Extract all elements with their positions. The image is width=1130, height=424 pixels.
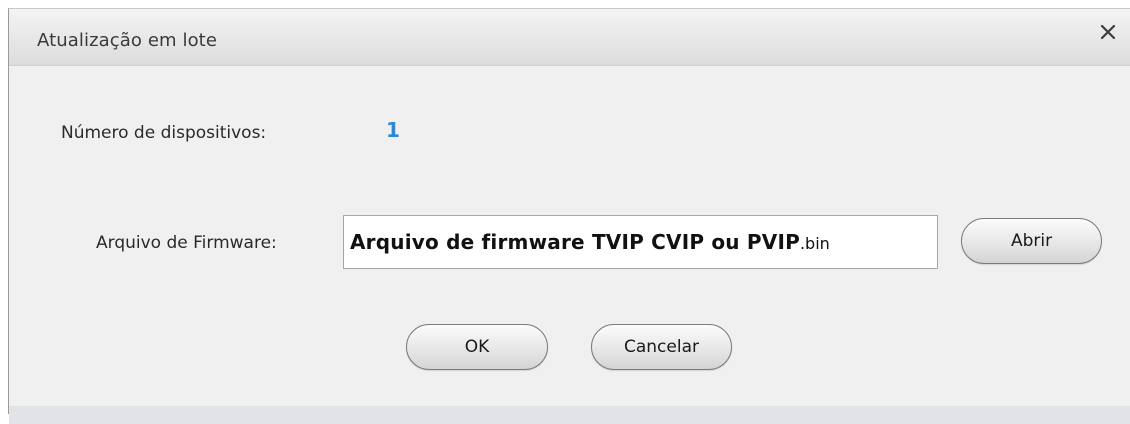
devices-count-label: Número de dispositivos: [61,123,267,143]
open-file-button[interactable]: Abrir [961,218,1102,264]
cancel-button[interactable]: Cancelar [591,324,732,370]
dialog-title: Atualização em lote [37,30,218,51]
firmware-file-name: Arquivo de firmware TVIP CVIP ou PVIP [350,230,800,254]
firmware-file-label: Arquivo de Firmware: [96,233,277,253]
close-icon[interactable] [1094,18,1122,46]
dialog-titlebar: Atualização em lote [9,9,1130,66]
firmware-file-field[interactable]: Arquivo de firmware TVIP CVIP ou PVIP.bi… [343,215,938,269]
firmware-file-extension: .bin [799,234,830,253]
dialog-footer-strip [9,406,1130,424]
devices-count-value: 1 [386,118,400,142]
close-icon-glyph [1100,24,1116,40]
ok-button[interactable]: OK [406,324,548,370]
batch-update-dialog: Atualização em lote Número de dispositiv… [8,8,1130,424]
